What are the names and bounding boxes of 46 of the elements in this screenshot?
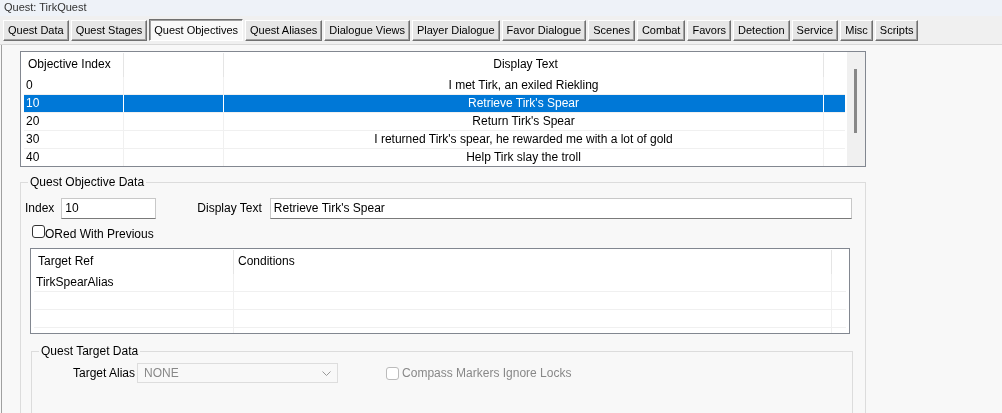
tab[interactable]: Favors bbox=[687, 19, 732, 41]
list-cell: I met Tirk, an exiled Riekling bbox=[224, 77, 824, 94]
list-row[interactable]: 10 Retrieve Tirk's Spear bbox=[24, 95, 845, 113]
tab[interactable]: Favor Dialogue bbox=[501, 19, 587, 41]
checkbox-label: Compass Markers Ignore Locks bbox=[402, 366, 572, 380]
tab[interactable]: Quest Aliases bbox=[245, 19, 323, 41]
tab[interactable]: Player Dialogue bbox=[411, 19, 500, 41]
tab[interactable]: Detection bbox=[733, 19, 790, 41]
list-cell: I returned Tirk's spear, he rewarded me with a lot of gold bbox=[224, 131, 824, 148]
tab[interactable]: Scenes bbox=[588, 19, 635, 41]
scrollbar[interactable] bbox=[847, 52, 865, 166]
checkbox-label: ORed With Previous bbox=[45, 227, 154, 241]
tab[interactable]: Combat bbox=[636, 19, 686, 41]
list-cell: TirkSpearAlias bbox=[34, 274, 234, 291]
column-header: Display Text bbox=[224, 53, 824, 77]
list-cell: Return Tirk's Spear bbox=[224, 113, 824, 130]
tab[interactable]: Scripts bbox=[874, 19, 919, 41]
window-title: Quest: TirkQuest bbox=[4, 1, 87, 13]
group-title: Quest Objective Data bbox=[28, 175, 147, 189]
tab[interactable]: Dialogue Views bbox=[324, 19, 410, 41]
tab[interactable]: Quest Data bbox=[3, 19, 69, 41]
list-cell: 0 bbox=[24, 77, 124, 94]
list-row[interactable]: 20 Return Tirk's Spear bbox=[24, 113, 845, 131]
group-title: Quest Target Data bbox=[39, 344, 141, 358]
list-cell: 20 bbox=[24, 113, 124, 130]
tab[interactable]: Quest Stages bbox=[70, 19, 148, 41]
column-header: Conditions bbox=[234, 250, 832, 274]
list-cell: 40 bbox=[24, 149, 124, 166]
tab[interactable]: Misc bbox=[840, 19, 873, 41]
list-cell: 10 bbox=[24, 95, 124, 112]
field-label: Display Text bbox=[197, 201, 262, 215]
caret-icon bbox=[322, 371, 332, 377]
list-row[interactable]: 40 Help Tirk slay the troll bbox=[24, 149, 845, 166]
display-text-field[interactable]: Retrieve Tirk's Spear bbox=[269, 197, 852, 219]
list-row[interactable]: 30 I returned Tirk's spear, he rewarded me with a lot of gold bbox=[24, 131, 845, 149]
tab[interactable]: Service bbox=[791, 19, 839, 41]
list-cell: Help Tirk slay the troll bbox=[224, 149, 824, 166]
tab[interactable]: Quest Objectives bbox=[149, 19, 244, 41]
list-cell: 30 bbox=[24, 131, 124, 148]
field-label: Index bbox=[25, 201, 55, 215]
column-header: Objective Index bbox=[24, 53, 124, 77]
index-field[interactable]: 10 bbox=[61, 197, 157, 219]
field-label: Target Alias bbox=[73, 366, 136, 380]
list-cell: Retrieve Tirk's Spear bbox=[224, 95, 824, 112]
column-header: Target Ref bbox=[34, 250, 234, 274]
checkbox[interactable] bbox=[32, 225, 45, 238]
